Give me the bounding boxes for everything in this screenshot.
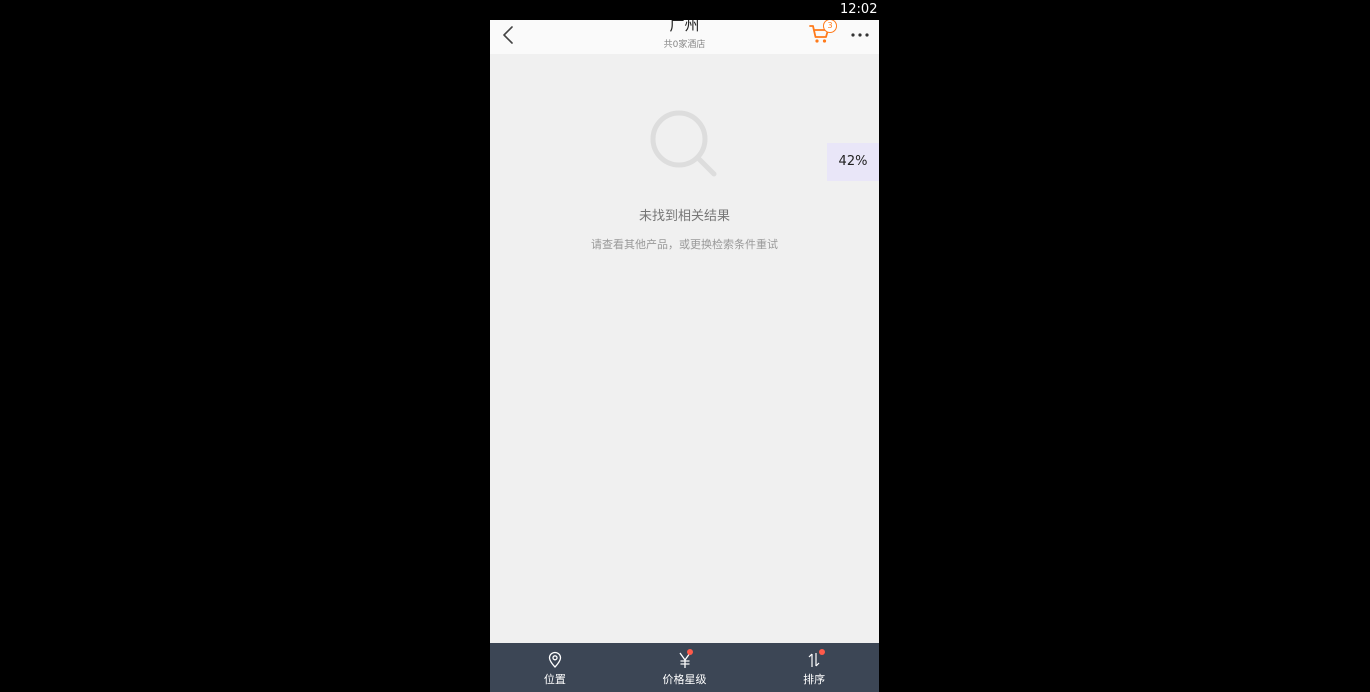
hotel-count: 共0家酒店 [663, 40, 706, 50]
tab-location[interactable]: 位置 [490, 643, 620, 692]
tab-sort-label: 排序 [803, 673, 826, 686]
location-pin-icon [548, 651, 561, 668]
filter-tab-bar: 位置 价格星级 排序 [490, 643, 879, 692]
more-dots-icon [851, 33, 869, 37]
notification-dot [819, 649, 826, 655]
notification-dot [686, 649, 693, 655]
status-time: 12:02 [840, 2, 878, 17]
cart-count-badge: 3 [823, 20, 837, 33]
tab-location-label: 位置 [543, 673, 566, 686]
nav-bar: 广州 共0家酒店 3 [490, 20, 879, 54]
progress-indicator: 42% [827, 143, 879, 181]
cart-button[interactable]: 3 [808, 20, 840, 46]
empty-state-hint: 请查看其他产品，或更换检索条件重试 [591, 238, 778, 251]
tab-price-star[interactable]: 价格星级 [620, 643, 750, 692]
back-button[interactable] [498, 23, 520, 47]
page-title: 广州 [669, 20, 700, 34]
app-screen: 广州 共0家酒店 3 未找到相关结果 请查看其他产品，或更换检索条件重试 42% [490, 20, 879, 692]
empty-state-title: 未找到相关结果 [638, 209, 730, 224]
tab-price-star-label: 价格星级 [662, 673, 707, 686]
chevron-left-icon [503, 26, 513, 44]
search-icon [650, 110, 717, 177]
more-button[interactable] [848, 25, 872, 45]
tab-sort[interactable]: 排序 [749, 643, 879, 692]
